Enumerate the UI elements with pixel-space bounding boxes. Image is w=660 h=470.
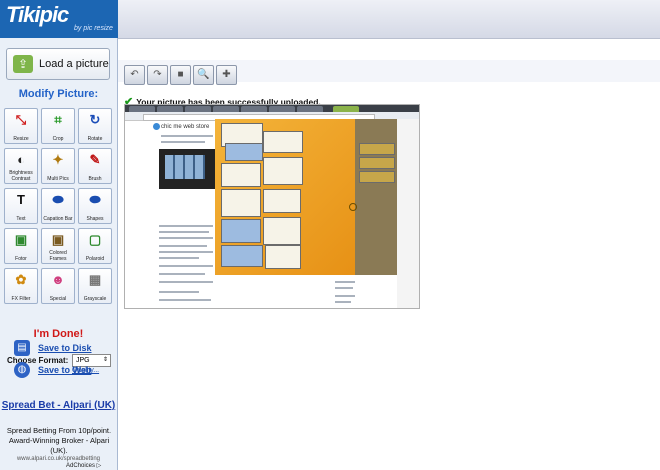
tool-rotate[interactable]: ↻ Rotate xyxy=(78,108,112,144)
tool-label: Rotate xyxy=(87,136,103,142)
tool-label: Crop xyxy=(52,136,64,142)
logo-subtitle: by pic resize xyxy=(74,25,113,32)
tool-colored-frames[interactable]: ▣ Colored Frames xyxy=(41,228,75,264)
tool-capation-bar[interactable]: ⬬ Capation Bar xyxy=(41,188,75,224)
im-done-button[interactable]: I'm Done! xyxy=(0,328,117,340)
tool-label: FX Filter xyxy=(11,296,31,302)
brightness-icon: ◐ xyxy=(17,152,25,167)
text-icon: T xyxy=(17,192,25,207)
tool-shapes[interactable]: ⬬ Shapes xyxy=(78,188,112,224)
fotor-icon: ▣ xyxy=(14,232,28,247)
tool-label: Capation Bar xyxy=(43,216,73,222)
modify-picture-heading: Modify Picture: xyxy=(18,88,99,100)
tool-label: Colored Frames xyxy=(49,250,67,262)
polaroid-icon: ▢ xyxy=(88,232,102,247)
save-to-disk[interactable]: ▤ Save to Disk xyxy=(14,340,92,356)
tool-fotor[interactable]: ▣ Fotor xyxy=(4,228,38,264)
tool-label: Resize xyxy=(13,136,29,142)
undo-button[interactable]: ↶ xyxy=(124,65,145,85)
tool-polaroid[interactable]: ▢ Polaroid xyxy=(78,228,112,264)
ad-body: Spread Betting From 10p/point. Award-Win… xyxy=(6,426,112,455)
tool-crop[interactable]: ⌗ Crop xyxy=(41,108,75,144)
redo-button[interactable]: ↷ xyxy=(147,65,168,85)
special-icon: ☻ xyxy=(51,272,65,287)
save-to-web-label: Save to Web xyxy=(38,365,92,375)
preview-cursor xyxy=(349,203,357,211)
adchoices-link[interactable]: AdChoices ▷ xyxy=(66,462,101,469)
disk-icon: ▤ xyxy=(14,340,30,356)
chevron-down-icon: ⇕ xyxy=(102,357,108,363)
folder-icon: ⇪ xyxy=(13,55,33,73)
tool-multi-pics[interactable]: ✦ Multi Pics xyxy=(41,148,75,184)
tool-brightness-contrast[interactable]: ◐ Brightness Contrast xyxy=(4,148,38,184)
shapes-icon: ⬬ xyxy=(89,192,101,207)
save-to-disk-label: Save to Disk xyxy=(38,343,92,353)
brush-icon: ✎ xyxy=(89,152,101,167)
tool-label: Fotor xyxy=(15,256,27,262)
tool-label: Multi Pics xyxy=(47,176,69,182)
crop-icon: ⌗ xyxy=(54,112,62,127)
tool-label: Special xyxy=(49,296,67,302)
rotate-icon: ↻ xyxy=(89,112,101,127)
tool-label: Polaroid xyxy=(85,256,105,262)
color-picker-button[interactable]: ✚ xyxy=(216,65,237,85)
preview-site-logo xyxy=(153,123,160,130)
tool-label: Grayscale xyxy=(83,296,107,302)
zoom-button[interactable]: 🔍 xyxy=(193,65,214,85)
logo-text: Tikipic xyxy=(6,2,69,27)
tool-text[interactable]: T Text xyxy=(4,188,38,224)
resize-icon: ⤡ xyxy=(15,112,27,127)
tool-label: Brush xyxy=(88,176,102,182)
load-picture-label: Load a picture xyxy=(39,58,109,70)
tool-resize[interactable]: ⤡ Resize xyxy=(4,108,38,144)
grayscale-icon: ▦ xyxy=(88,272,102,287)
tool-label: Text xyxy=(16,216,26,222)
tool-grayscale[interactable]: ▦ Grayscale xyxy=(78,268,112,304)
fx-filter-icon: ✿ xyxy=(15,272,27,287)
colored-frames-icon: ▣ xyxy=(51,232,65,247)
compare-button[interactable]: ■ xyxy=(170,65,191,85)
tool-label: Brightness Contrast xyxy=(9,170,33,182)
tool-brush[interactable]: ✎ Brush xyxy=(78,148,112,184)
globe-icon: ◍ xyxy=(14,362,30,378)
preview-site-name: chic me web store xyxy=(161,124,210,130)
load-picture-button[interactable]: ⇪ Load a picture xyxy=(6,48,110,80)
tool-label: Shapes xyxy=(86,216,104,222)
tool-fx-filter[interactable]: ✿ FX Filter xyxy=(4,268,38,304)
caption-bar-icon: ⬬ xyxy=(52,192,64,207)
top-bar xyxy=(118,0,660,39)
tool-special[interactable]: ☻ Special xyxy=(41,268,75,304)
ad-title-link[interactable]: Spread Bet - Alpari (UK) xyxy=(0,400,117,412)
image-preview[interactable]: chic me web store xyxy=(124,104,420,309)
tool-grid: ⤡ Resize ⌗ Crop ↻ Rotate ◐ Brightness Contrast ✦… xyxy=(4,108,114,304)
multi-pics-icon: ✦ xyxy=(52,152,64,167)
preview-browser-tabs xyxy=(125,105,419,112)
app-logo[interactable]: Tikipic by pic resize xyxy=(0,0,118,38)
save-to-web[interactable]: ◍ Save to Web xyxy=(14,362,91,378)
edit-toolbar: ↶ ↷ ■ 🔍 ✚ xyxy=(124,65,237,85)
